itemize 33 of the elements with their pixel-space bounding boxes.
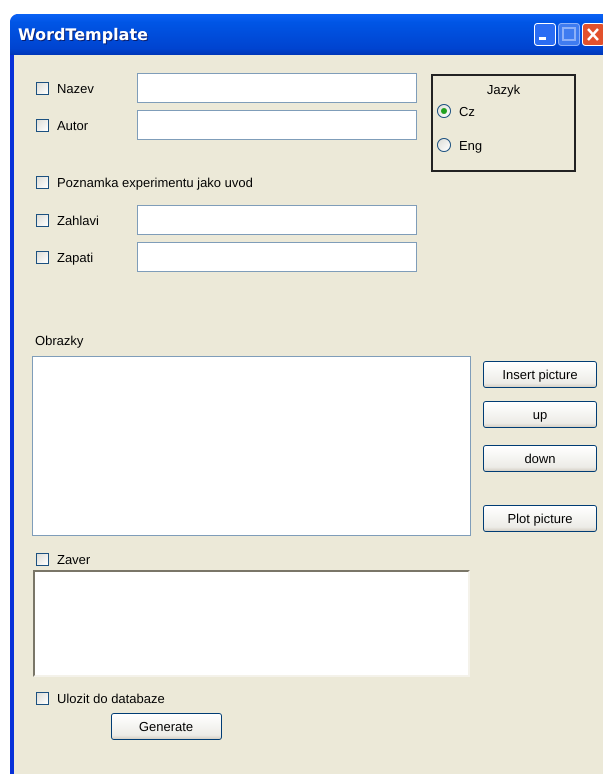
checkbox-label: Autor (57, 118, 88, 132)
button[interactable]: Plot picture (483, 505, 597, 532)
checkbox[interactable] (36, 214, 49, 226)
checkbox[interactable] (36, 82, 49, 94)
checkbox[interactable] (36, 176, 49, 188)
close-button[interactable] (582, 23, 603, 46)
button[interactable]: up (483, 401, 597, 428)
radio-label: Cz (459, 104, 475, 118)
radio-button[interactable] (437, 104, 451, 118)
window-title: WordTemplate (18, 25, 149, 44)
text-field[interactable] (137, 110, 417, 140)
button[interactable]: Generate (110, 713, 222, 740)
text-field[interactable] (137, 242, 417, 272)
group-title: Jazyk (486, 82, 520, 97)
checkbox-label: Poznamka experimentu jako uvod (57, 174, 253, 190)
checkbox[interactable] (36, 552, 49, 566)
checkbox-label: Zahlavi (57, 212, 99, 228)
radio-label: Eng (459, 138, 482, 152)
list-label: Obrazky (35, 333, 84, 349)
checkbox[interactable] (36, 692, 49, 704)
checkbox-label: Nazev (57, 80, 94, 96)
text-area[interactable] (33, 570, 470, 677)
checkbox-label: Ulozit do databaze (57, 690, 165, 706)
checkbox[interactable] (36, 118, 49, 132)
checkbox-label: Zapati (57, 250, 94, 264)
radio-button[interactable] (437, 138, 451, 152)
minimize-button[interactable] (534, 23, 556, 46)
button[interactable]: Insert picture (483, 361, 597, 388)
text-field[interactable] (137, 73, 417, 103)
checkbox[interactable] (36, 250, 49, 264)
checkbox-label: Zaver (57, 552, 90, 566)
text-field[interactable] (137, 205, 417, 235)
button[interactable]: down (483, 445, 597, 472)
